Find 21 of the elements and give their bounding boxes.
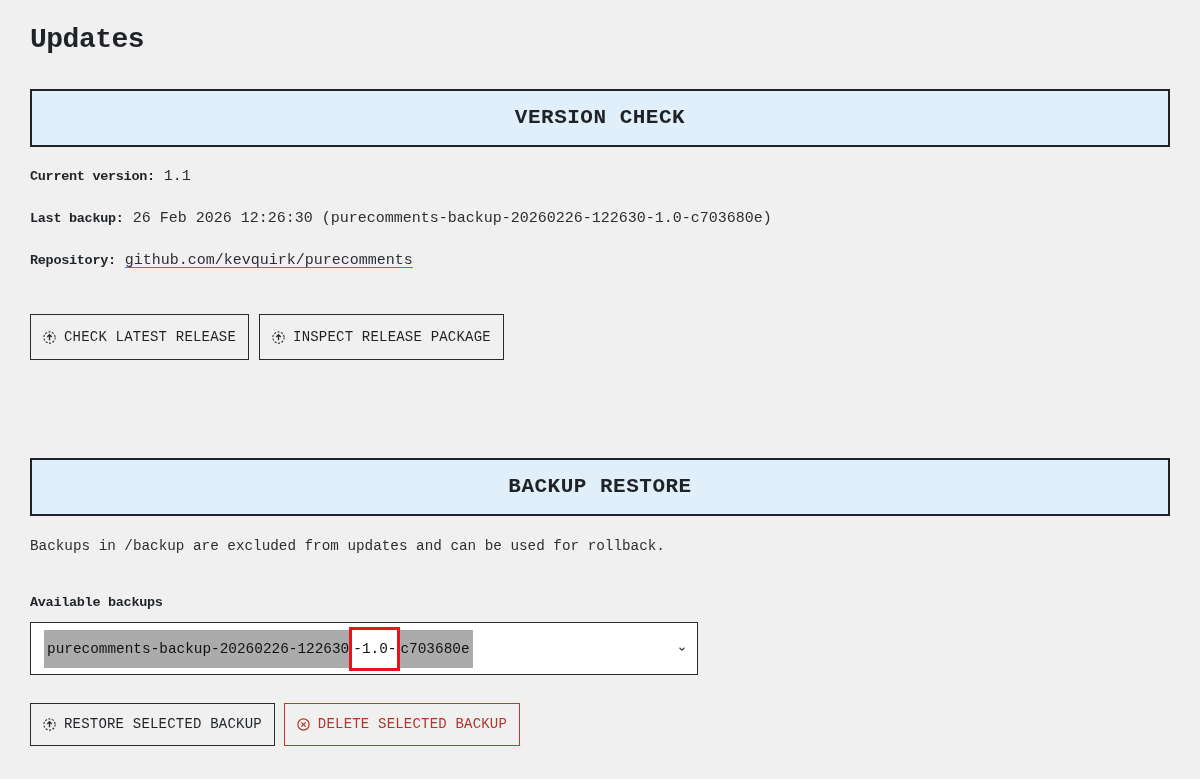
section-heading: VERSION CHECK — [514, 105, 686, 132]
field-value: 26 Feb 2026 12:26:30 (purecomments-backup-20260226-122630-1.0-c703680e) — [132, 209, 772, 229]
page-title: Updates — [30, 23, 145, 57]
field-value: 1.1 — [163, 167, 191, 187]
upload-circle-icon — [43, 718, 56, 731]
upload-circle-icon — [43, 330, 56, 344]
selected-backup-text: purecomments-backup-20260226-122630 -1.0- c703680e — [44, 629, 473, 668]
description-text: Backups in /backup are excluded from updates and can be used for rollback. — [30, 537, 665, 556]
action-button[interactable]: RESTORE SELECTED BACKUP — [30, 703, 275, 746]
action-button[interactable]: CHECK LATEST RELEASE — [30, 314, 250, 360]
action-button[interactable]: INSPECT RELEASE PACKAGE — [259, 314, 504, 360]
section-heading: BACKUP RESTORE — [508, 474, 692, 501]
field-label: Last backup: — [30, 210, 124, 228]
field-label: Current version: — [30, 168, 155, 186]
action-button[interactable]: DELETE SELECTED BACKUP — [283, 703, 521, 746]
upload-circle-icon — [272, 330, 286, 344]
field-label: Repository: — [30, 252, 116, 270]
backup-select[interactable]: purecomments-backup-20260226-122630 -1.0- c703680e — [30, 622, 698, 675]
close-circle-icon — [296, 718, 310, 731]
field-label: Available backups — [30, 594, 163, 612]
repository-link[interactable]: github.com/kevquirk/purecomments — [124, 251, 413, 271]
